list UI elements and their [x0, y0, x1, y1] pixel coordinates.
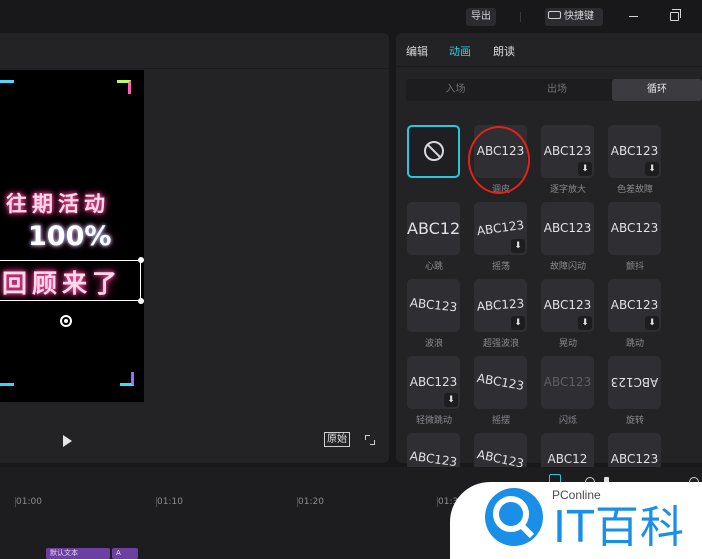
effect-card[interactable]: ABC123: [541, 356, 594, 409]
effect-none-card[interactable]: [407, 125, 460, 178]
download-icon[interactable]: ⬇: [444, 393, 458, 407]
effect-label: 心跳: [424, 262, 443, 272]
overlay-text-line: 100%: [28, 221, 112, 252]
effect-preview-text: ABC123: [610, 375, 659, 389]
effect-preview-text: ABC123: [543, 298, 592, 312]
effect-label: 跳动: [625, 339, 644, 349]
effect-card[interactable]: ABC123: [541, 202, 594, 255]
neon-frame-corner: [120, 372, 134, 386]
effect-card[interactable]: ABC123: [608, 202, 661, 255]
neon-frame-corner: [117, 80, 131, 94]
export-button[interactable]: 导出: [466, 8, 496, 26]
animation-subtabs: 入场 出场 循环: [406, 79, 702, 101]
effect-label: 旋转: [625, 416, 644, 426]
effect-label: 色差故障: [616, 185, 653, 195]
overlay-text-line: 回顾来了: [2, 269, 123, 298]
resize-handle[interactable]: [138, 257, 144, 263]
tab-read-aloud[interactable]: 朗读: [493, 43, 515, 59]
play-icon[interactable]: [63, 435, 72, 447]
neon-frame-corner: [0, 80, 14, 94]
rotate-icon[interactable]: [60, 315, 72, 327]
effect-label: 颤抖: [625, 262, 644, 272]
keyboard-icon: [548, 11, 561, 19]
maximize-icon[interactable]: [670, 9, 681, 21]
effect-card[interactable]: ABC123: [407, 202, 460, 255]
minimize-icon[interactable]: [629, 16, 638, 17]
player-header: [0, 33, 389, 69]
effect-preview-text: ABC123: [409, 295, 458, 315]
timeline-text-clip[interactable]: 默认文本: [46, 548, 110, 559]
download-icon[interactable]: ⬇: [511, 239, 525, 253]
annotation-circle: [468, 126, 530, 194]
effect-preview-text: ABC123: [610, 298, 659, 312]
effect-preview-text: ABC123: [475, 217, 525, 239]
fullscreen-icon[interactable]: [365, 435, 375, 445]
effect-label: 闪烁: [558, 416, 577, 426]
effect-preview-text: ABC123: [610, 452, 659, 466]
download-icon[interactable]: ⬇: [645, 162, 659, 176]
effect-label: 波浪: [424, 339, 443, 349]
shortcut-label: 快捷键: [564, 11, 594, 22]
timeline-text-clip[interactable]: A: [112, 548, 138, 559]
effect-card[interactable]: ABC123: [608, 356, 661, 409]
effect-card[interactable]: ABC123 ⬇: [608, 125, 661, 178]
effect-label: 摇荡: [491, 262, 510, 272]
effect-preview-text: ABC123: [610, 221, 659, 235]
effect-card[interactable]: ABC123 ⬇: [407, 356, 460, 409]
effect-card[interactable]: ABC123: [474, 356, 527, 409]
shortcut-button[interactable]: 快捷键: [545, 8, 603, 26]
subtab-loop[interactable]: 循环: [612, 79, 702, 101]
effect-label: 逐字放大: [549, 185, 586, 195]
effect-preview-text: ABC123: [475, 370, 526, 394]
effect-preview-text: ABC12: [547, 452, 588, 466]
subtab-out[interactable]: 出场: [505, 79, 609, 101]
ruler-tick: 01:00: [16, 497, 42, 507]
no-effect-icon: [424, 141, 444, 161]
download-icon[interactable]: ⬇: [578, 162, 592, 176]
title-bar: 导出 快捷键: [0, 0, 702, 32]
effect-card[interactable]: ABC123 ⬇: [474, 202, 527, 255]
effect-preview-text: ABC123: [543, 375, 592, 389]
resize-handle[interactable]: [138, 298, 144, 304]
ruler-tick: 01:10: [157, 497, 183, 507]
effect-label: 超强波浪: [482, 339, 519, 349]
panel-tabs: 编辑 动画 朗读: [396, 33, 702, 67]
neon-frame-corner: [0, 372, 14, 386]
watermark-brand-big: IT百科: [553, 502, 685, 553]
download-icon[interactable]: ⬇: [578, 316, 592, 330]
effect-label: 摇摆: [491, 416, 510, 426]
effect-preview-text: ABC123: [610, 144, 659, 158]
effect-preview-text: ABC123: [543, 221, 592, 235]
effect-card[interactable]: ABC123 ⬇: [474, 279, 527, 332]
tab-edit[interactable]: 编辑: [406, 43, 428, 59]
effect-preview-text: ABC123: [476, 296, 525, 314]
divider: [520, 12, 521, 22]
effect-label: 晃动: [558, 339, 577, 349]
download-icon[interactable]: ⬇: [511, 316, 525, 330]
effect-label: 轻微跳动: [415, 416, 452, 426]
effect-preview-text: ABC123: [543, 144, 592, 158]
effect-card[interactable]: ABC123 ⬇: [541, 125, 594, 178]
effect-label: 故障闪动: [549, 262, 586, 272]
effect-card[interactable]: ABC123 ⬇: [608, 279, 661, 332]
effect-preview-text: ABC123: [409, 375, 458, 389]
subtab-in[interactable]: 入场: [406, 79, 505, 101]
effect-card[interactable]: ABC123 ⬇: [541, 279, 594, 332]
tab-animation[interactable]: 动画: [449, 43, 471, 59]
ratio-button[interactable]: 原始: [324, 432, 350, 447]
overlay-text-line: 往期活动: [6, 192, 110, 216]
effect-card[interactable]: ABC123: [407, 279, 460, 332]
download-icon[interactable]: ⬇: [645, 316, 659, 330]
effect-preview-text: ABC123: [407, 219, 460, 238]
ruler-tick: 01:20: [298, 497, 324, 507]
